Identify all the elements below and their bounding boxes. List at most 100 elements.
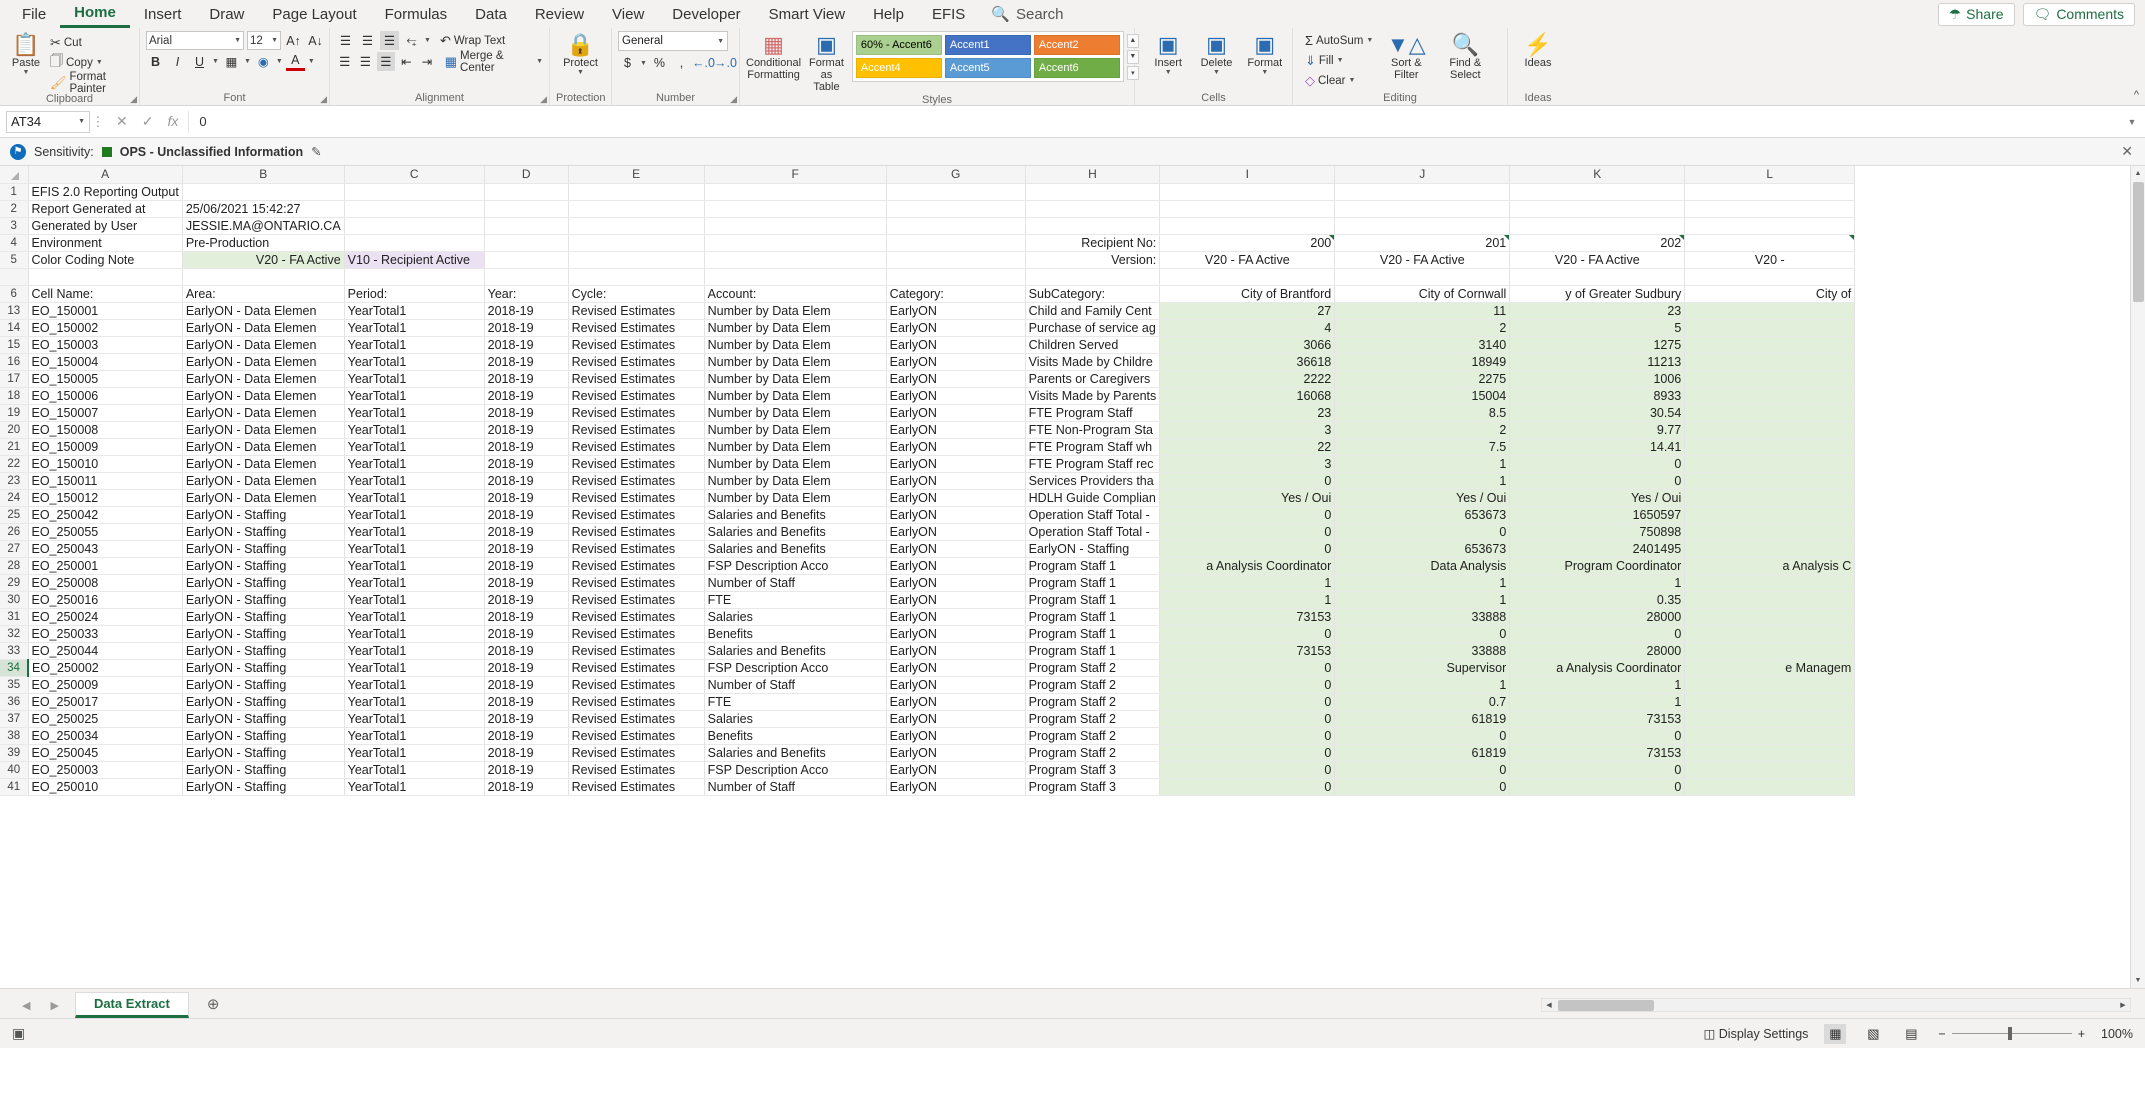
cell-value-v3[interactable]: Program Coordinator [1509,557,1686,575]
cell-value-v4[interactable] [1684,523,1856,541]
table-row[interactable]: 2 Report Generated at 25/06/2021 15:42:2… [0,200,1856,218]
cell-period[interactable]: YearTotal1 [344,540,485,558]
ribbon-tab-formulas[interactable]: Formulas [371,2,462,27]
cell-area[interactable]: EarlyON - Data Elemen [182,472,345,490]
cell-l2[interactable] [1684,200,1856,218]
row-header[interactable]: 33 [0,642,29,660]
cell-area[interactable]: EarlyON - Data Elemen [182,489,345,507]
fill-color-button[interactable]: ◉ [254,52,273,71]
table-row[interactable]: 4 Environment Pre-Production Recipient N… [0,234,1856,252]
cell-b2[interactable]: 25/06/2021 15:42:27 [182,200,345,218]
cell-value-v1[interactable]: 4 [1159,319,1336,337]
add-sheet-icon[interactable]: ⊕ [207,995,220,1018]
zoom-thumb[interactable] [2007,1027,2012,1040]
cell-value-v3[interactable]: 1650597 [1509,506,1686,524]
cell-account[interactable]: FSP Description Acco [704,659,887,677]
cell-cell_name[interactable]: EO_150002 [28,319,183,337]
cell-year[interactable]: 2018-19 [484,523,569,541]
cell-value-v4[interactable] [1684,761,1856,779]
cell-category[interactable]: EarlyON [886,404,1026,422]
cell-value-v1[interactable]: 22 [1159,438,1336,456]
ideas-button[interactable]: ⚡ Ideas [1515,31,1561,70]
cell-category[interactable]: EarlyON [886,540,1026,558]
cell-year[interactable]: 2018-19 [484,642,569,660]
cell-year[interactable]: 2018-19 [484,659,569,677]
cell-category[interactable]: EarlyON [886,387,1026,405]
cell-year[interactable]: 2018-19 [484,387,569,405]
cell-value-v1[interactable]: 1 [1159,591,1336,609]
cell-value-v1[interactable]: 0 [1159,744,1336,762]
cell-subcategory[interactable]: Program Staff 1 [1025,591,1161,609]
table-row[interactable]: 26 EO_250055 EarlyON - Staffing YearTotal1 2… [0,523,1856,541]
cell-account[interactable]: Number by Data Elem [704,421,887,439]
cell-account[interactable]: Number by Data Elem [704,387,887,405]
table-row[interactable]: 25 EO_250042 EarlyON - Staffing YearTotal1 2… [0,506,1856,524]
version-label[interactable]: Version: [1025,251,1161,269]
cell-year[interactable]: 2018-19 [484,557,569,575]
header-recipient-1[interactable]: City of Brantford [1159,285,1336,303]
row-header[interactable]: 5 [0,251,29,269]
row-header[interactable]: 18 [0,387,29,405]
cell-subcategory[interactable]: Program Staff 1 [1025,625,1161,643]
cell-subcategory[interactable]: Program Staff 1 [1025,642,1161,660]
cell-c1[interactable] [344,183,485,201]
cell-value-v4[interactable] [1684,540,1856,558]
cell-h3[interactable] [1025,217,1161,235]
cell-value-v3[interactable]: 0 [1509,761,1686,779]
cell-period[interactable]: YearTotal1 [344,693,485,711]
cell-value-v2[interactable]: 0.7 [1334,693,1511,711]
cell-value-v3[interactable]: 1 [1509,574,1686,592]
cell-value-v1[interactable]: 0 [1159,778,1336,796]
table-row[interactable]: 31 EO_250024 EarlyON - Staffing YearTotal1 2… [0,608,1856,626]
cell-account[interactable]: Salaries [704,710,887,728]
cell-cycle[interactable]: Revised Estimates [568,302,705,320]
cell-category[interactable]: EarlyON [886,319,1026,337]
row-header[interactable]: 17 [0,370,29,388]
version-3[interactable]: V20 - FA Active [1509,251,1686,269]
cell-cell_name[interactable]: EO_150009 [28,438,183,456]
shrink-font-button[interactable]: A↓ [306,31,325,50]
column-header-d[interactable]: D [484,166,569,184]
header-recipient-4[interactable]: City of [1684,285,1856,303]
cell-value-v3[interactable]: 1275 [1509,336,1686,354]
cell-period[interactable]: YearTotal1 [344,489,485,507]
scroll-left-icon[interactable]: ◀ [1542,999,1556,1011]
cell-category[interactable]: EarlyON [886,659,1026,677]
cell-style-60-accent6[interactable]: 60% - Accent6 [855,35,942,55]
table-row[interactable]: 37 EO_250025 EarlyON - Staffing YearTotal1 2… [0,710,1856,728]
cell-k1[interactable] [1509,183,1686,201]
cell-a3[interactable]: Generated by User [28,217,183,235]
cell-period[interactable]: YearTotal1 [344,557,485,575]
cell-d5[interactable] [484,251,569,269]
cell-value-v2[interactable]: 1 [1334,676,1511,694]
cell-cycle[interactable]: Revised Estimates [568,540,705,558]
underline-button[interactable]: U [190,52,209,71]
cell-value-v4[interactable] [1684,625,1856,643]
cell-value-v2[interactable]: 0 [1334,625,1511,643]
cell-cycle[interactable]: Revised Estimates [568,319,705,337]
cell-a2[interactable]: Report Generated at [28,200,183,218]
cell-cell_name[interactable]: EO_150012 [28,489,183,507]
cell-value-v2[interactable]: 0 [1334,761,1511,779]
cell-cycle[interactable]: Revised Estimates [568,336,705,354]
cell-account[interactable]: Number by Data Elem [704,353,887,371]
cell-cycle[interactable]: Revised Estimates [568,642,705,660]
cell-year[interactable]: 2018-19 [484,778,569,796]
conditional-formatting-button[interactable]: ▦ Conditional Formatting [746,31,801,82]
align-right-button[interactable]: ☰ [377,52,395,71]
cell-value-v4[interactable] [1684,710,1856,728]
cell-subcategory[interactable]: Visits Made by Childre [1025,353,1161,371]
chevron-down-icon[interactable]: ▼ [308,58,315,65]
cell-cell_name[interactable]: EO_250025 [28,710,183,728]
cell-cell_name[interactable]: EO_250033 [28,625,183,643]
cell-value-v2[interactable]: 8.5 [1334,404,1511,422]
cell-subcategory[interactable]: HDLH Guide Complian [1025,489,1161,507]
cell-cycle[interactable]: Revised Estimates [568,523,705,541]
cell-value-v3[interactable]: 73153 [1509,744,1686,762]
header-area[interactable]: Area: [182,285,345,303]
cell-value-v4[interactable] [1684,302,1856,320]
increase-decimal-button[interactable]: ←.0 [692,54,715,73]
borders-button[interactable]: ▦ [222,52,241,71]
cell-cycle[interactable]: Revised Estimates [568,676,705,694]
table-row[interactable]: 15 EO_150003 EarlyON - Data Elemen YearTota… [0,336,1856,354]
